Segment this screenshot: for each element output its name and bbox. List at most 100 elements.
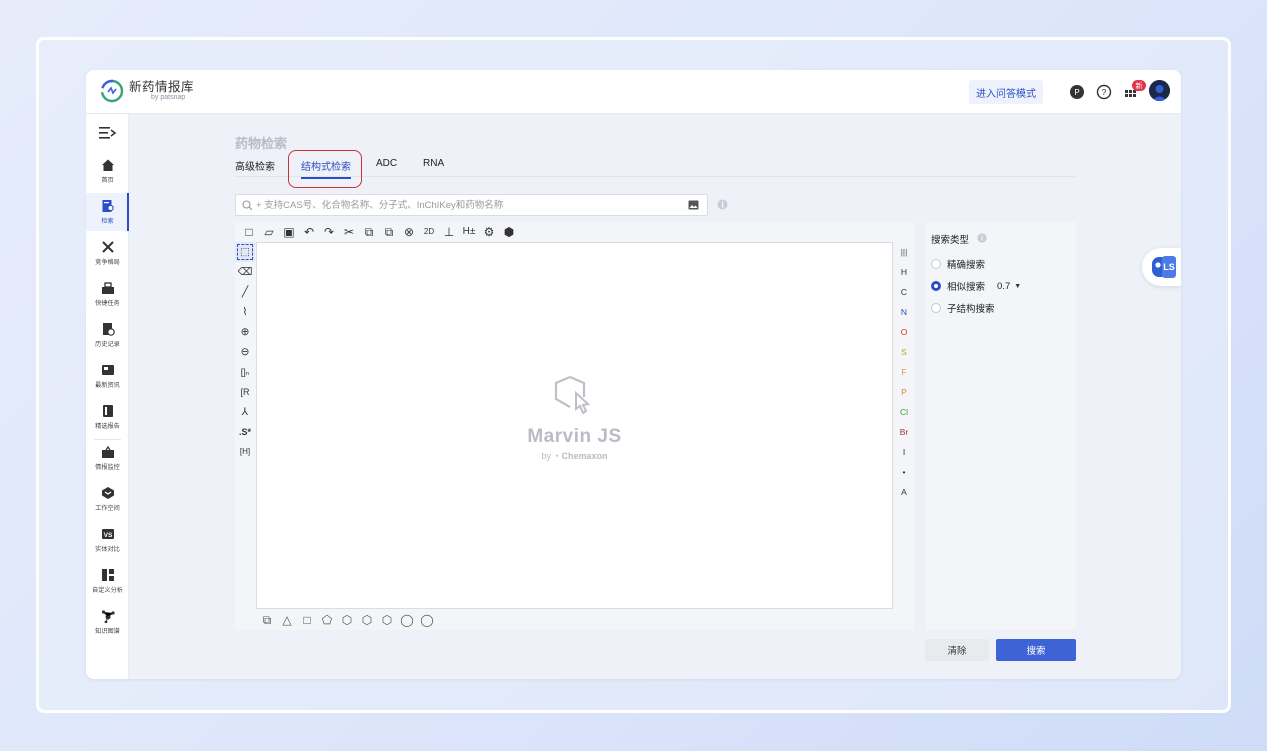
cyclohexane-icon[interactable]: ⬡ — [337, 612, 357, 628]
tab-rna[interactable]: RNA — [423, 158, 444, 176]
sgroup-icon[interactable]: []ₙ — [235, 362, 255, 382]
info-icon[interactable] — [717, 199, 728, 210]
element-button[interactable]: N — [895, 302, 913, 322]
element-button[interactable]: F — [895, 362, 913, 382]
watermark-byline: by ◔ Chemaxon — [257, 451, 892, 461]
sidebar-item-custom-analysis[interactable]: 自定义分析 — [86, 562, 129, 600]
search-input[interactable] — [256, 196, 686, 214]
radio-exact-search[interactable]: 精确搜索 — [931, 257, 985, 271]
element-button[interactable]: A — [895, 482, 913, 502]
sidebar-item-monitor[interactable]: 情报监控 — [86, 439, 129, 477]
sidebar-item-compare[interactable]: VS 实体对比 — [86, 521, 129, 559]
radio-button[interactable] — [931, 303, 941, 313]
open-file-icon[interactable]: ▱ — [259, 224, 279, 240]
reaction-arrow-icon[interactable]: ⅄ — [235, 402, 255, 422]
cycloheptane-icon[interactable]: ⬡ — [377, 612, 397, 628]
save-file-icon[interactable]: ▣ — [279, 224, 299, 240]
3d-view-icon[interactable]: ⬢ — [499, 224, 519, 240]
sidebar-item-label: 情报监控 — [95, 464, 120, 471]
cyclooctane-icon[interactable]: ◯ — [397, 612, 417, 628]
redo-icon[interactable]: ↷ — [319, 224, 339, 240]
info-icon[interactable] — [977, 233, 987, 243]
sidebar-item-home[interactable]: 首页 — [86, 152, 129, 190]
element-button[interactable]: S — [895, 342, 913, 362]
element-button[interactable]: H — [895, 262, 913, 282]
element-button[interactable]: O — [895, 322, 913, 342]
tab-advanced-search[interactable]: 高级检索 — [235, 158, 275, 176]
align-icon[interactable]: ⊥ — [439, 224, 459, 240]
positive-charge-icon[interactable]: ⊕ — [235, 322, 255, 342]
help-icon[interactable]: ? — [1096, 84, 1112, 100]
sidebar-item-label: 竞争格局 — [95, 259, 120, 266]
patsnap-icon[interactable]: P — [1069, 84, 1085, 100]
element-button[interactable]: Br — [895, 422, 913, 442]
clean-2d-icon[interactable]: 2D — [419, 224, 439, 240]
radio-substructure-search[interactable]: 子结构搜索 — [931, 301, 995, 315]
new-file-icon[interactable]: □ — [239, 224, 259, 240]
marvin-watermark: Marvin JS by ◔ Chemaxon — [257, 373, 892, 461]
assistant-bot[interactable]: LS — [1142, 248, 1181, 286]
sidebar-item-label: 工作空间 — [95, 505, 120, 512]
avatar[interactable] — [1149, 80, 1170, 101]
search-button[interactable]: 搜索 — [996, 639, 1076, 661]
sidebar-item-label: 自定义分析 — [92, 587, 123, 594]
image-upload-icon[interactable] — [688, 200, 699, 210]
radio-similarity-search[interactable]: 相似搜索 0.7 ▼ — [931, 279, 1021, 293]
hydrogens-icon[interactable]: H± — [459, 224, 479, 240]
cyclopropane-icon[interactable]: △ — [277, 612, 297, 628]
element-button[interactable]: I — [895, 442, 913, 462]
swords-icon — [101, 241, 114, 253]
element-button[interactable]: ||| — [895, 242, 913, 262]
element-button[interactable]: C — [895, 282, 913, 302]
rgroup-icon[interactable]: [R — [235, 382, 255, 402]
tab-adc[interactable]: ADC — [376, 158, 397, 176]
app-logo[interactable]: 新药情报库 by patsnap — [100, 79, 194, 103]
cyclononane-icon[interactable]: ◯ — [417, 612, 437, 628]
app-title: 新药情报库 — [129, 79, 195, 94]
sidebar-item-search[interactable]: 检索 — [86, 193, 129, 231]
zoom-icon[interactable]: ⊗ — [399, 224, 419, 240]
paste-icon[interactable]: ⧉ — [379, 224, 399, 240]
cyclopentane-icon[interactable]: ⬠ — [317, 612, 337, 628]
app-subtitle: by patsnap — [151, 94, 186, 102]
chain-tool-icon[interactable]: ⌇ — [235, 302, 255, 322]
radio-label: 相似搜索 — [947, 282, 986, 293]
page-title: 药物检索 — [235, 136, 288, 151]
caret-down-icon[interactable]: ▼ — [1014, 283, 1021, 290]
similarity-threshold-select[interactable]: 0.7 — [997, 281, 1010, 292]
bond-tool-icon[interactable]: ╱ — [235, 282, 255, 302]
benzene-icon[interactable]: ⬡ — [357, 612, 377, 628]
sidebar-item-quick-task[interactable]: 快捷任务 — [86, 275, 129, 313]
sidebar-item-news[interactable]: 最新资讯 — [86, 357, 129, 395]
cut-icon[interactable]: ✂ — [339, 224, 359, 240]
menu-collapse-icon[interactable] — [99, 126, 117, 140]
copy-icon[interactable]: ⧉ — [359, 224, 379, 240]
sidebar-item-knowledge-graph[interactable]: 知识图谱 — [86, 603, 129, 641]
stereo-icon[interactable]: .S* — [235, 422, 255, 442]
watermark-by: by — [541, 451, 552, 461]
abbreviation-icon[interactable]: [H] — [235, 442, 255, 462]
element-button[interactable]: • — [895, 462, 913, 482]
dashboard-icon — [101, 569, 114, 581]
undo-icon[interactable]: ↶ — [299, 224, 319, 240]
negative-charge-icon[interactable]: ⊖ — [235, 342, 255, 362]
template-library-icon[interactable]: ⧉ — [257, 612, 277, 628]
editor-left-toolbar: ⬚ ⌫ ╱ ⌇ ⊕ ⊖ []ₙ [R ⅄ .S* [H] — [235, 242, 255, 462]
search-doc-icon — [102, 200, 114, 212]
sidebar-item-reports[interactable]: 精选报告 — [86, 398, 129, 436]
select-tool-icon[interactable]: ⬚ — [235, 242, 255, 262]
radio-button[interactable] — [931, 281, 941, 291]
element-button[interactable]: P — [895, 382, 913, 402]
qa-mode-button[interactable]: 进入问答模式 — [969, 80, 1043, 104]
sidebar-item-competition[interactable]: 竞争格局 — [86, 234, 129, 272]
eraser-icon[interactable]: ⌫ — [235, 262, 255, 282]
cyclobutane-icon[interactable]: □ — [297, 612, 317, 628]
radio-button[interactable] — [931, 259, 941, 269]
sidebar-item-label: 实体对比 — [95, 546, 120, 553]
sidebar-item-workspace[interactable]: 工作空间 — [86, 480, 129, 518]
sidebar-item-history[interactable]: 历史记录 — [86, 316, 129, 354]
clear-button[interactable]: 清除 — [925, 639, 989, 661]
drawing-canvas[interactable]: Marvin JS by ◔ Chemaxon — [256, 242, 893, 609]
settings-icon[interactable]: ⚙ — [479, 224, 499, 240]
element-button[interactable]: Cl — [895, 402, 913, 422]
